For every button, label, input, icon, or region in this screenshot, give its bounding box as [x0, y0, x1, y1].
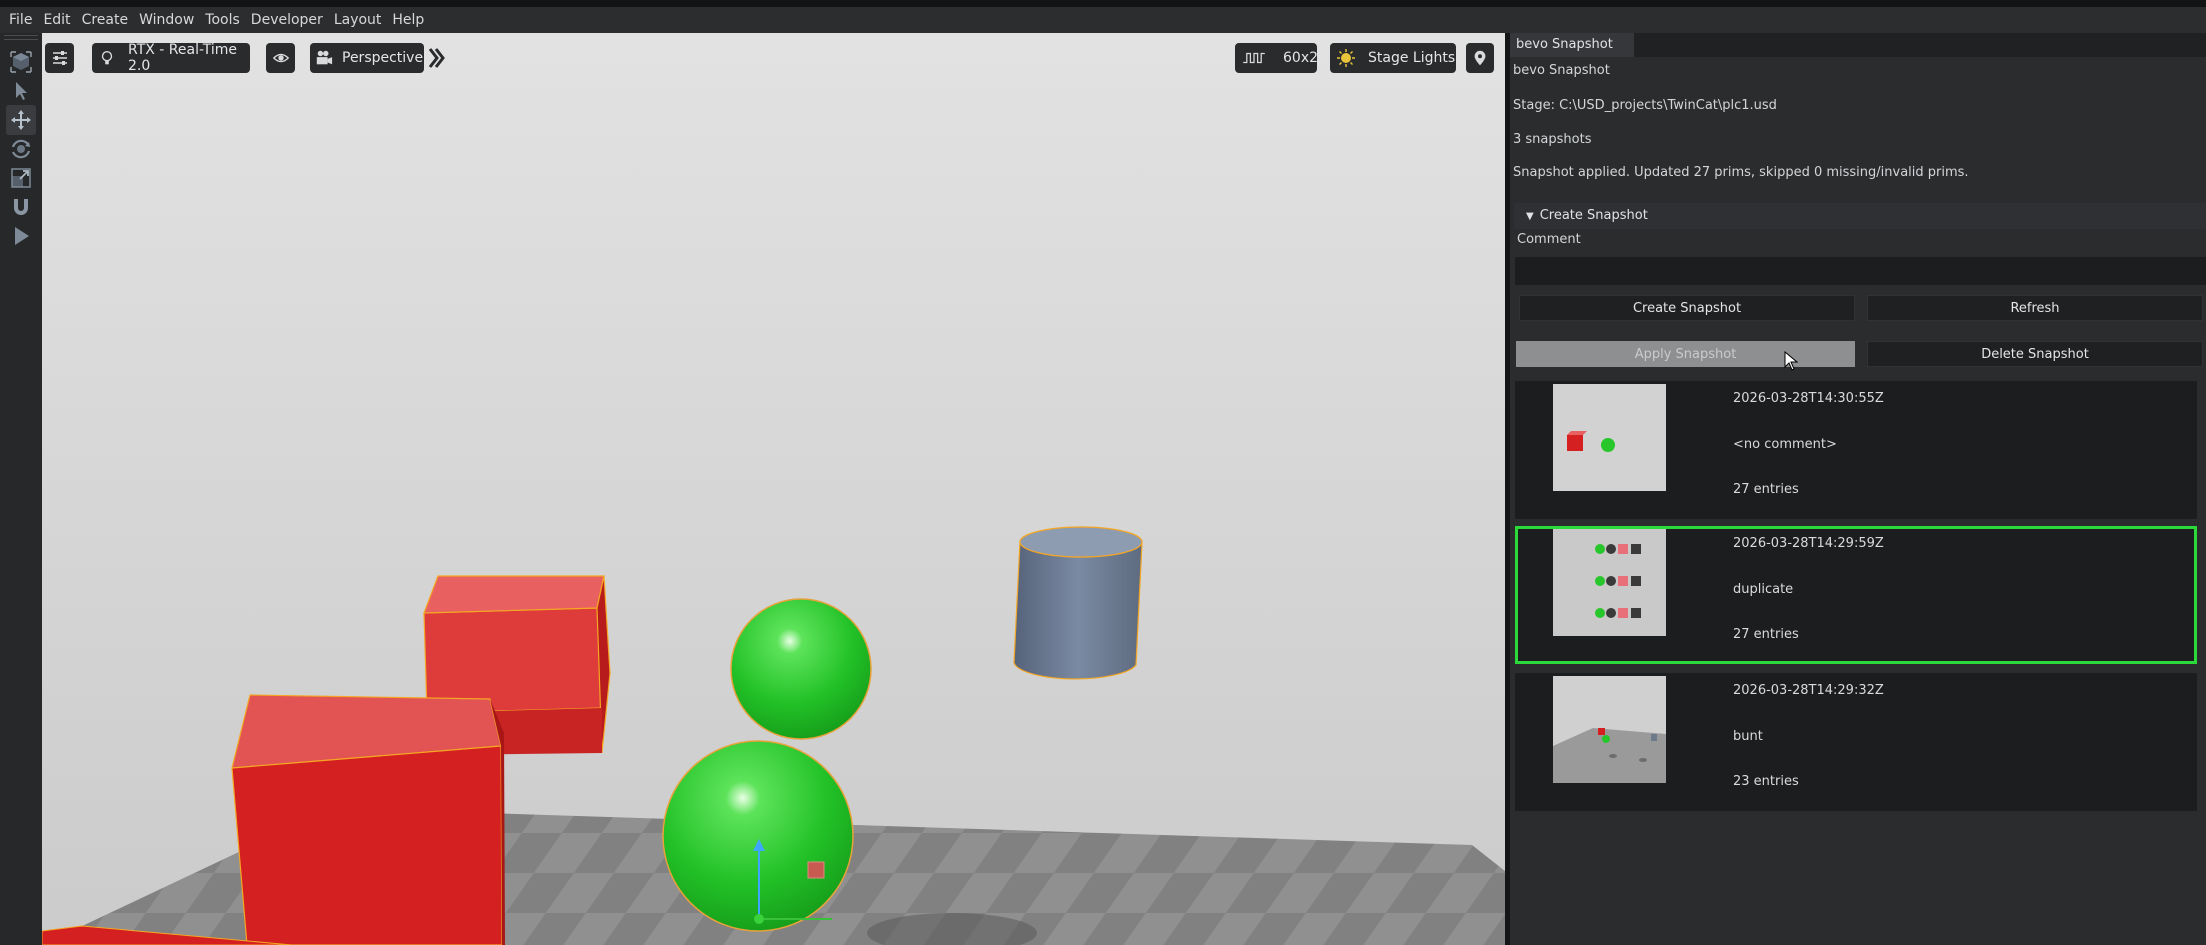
- menu-tools[interactable]: Tools: [200, 7, 246, 33]
- grip-line: [4, 39, 38, 40]
- snapshot-comment: bunt: [1733, 729, 1763, 744]
- lightbulb-icon: [98, 48, 116, 68]
- snapshot-comment: duplicate: [1733, 582, 1794, 597]
- play-icon[interactable]: [6, 221, 36, 251]
- snap-magnet-icon[interactable]: [6, 192, 36, 222]
- camera-selector[interactable]: Perspective: [310, 43, 424, 73]
- fps-indicator[interactable]: 60x2: [1235, 43, 1319, 73]
- snapshot-thumbnail: [1553, 384, 1666, 491]
- snapshot-list-item-selected[interactable]: 2026-03-28T14:29:59Z duplicate 27 entrie…: [1515, 526, 2197, 664]
- snapshot-entries: 23 entries: [1733, 774, 1799, 789]
- snapshot-list-item[interactable]: 2026-03-28T14:29:32Z bunt 23 entries: [1515, 673, 2197, 811]
- snapshot-entries: 27 entries: [1733, 482, 1799, 497]
- visibility-button[interactable]: [266, 43, 295, 73]
- menu-bar: File Edit Create Window Tools Developer …: [0, 7, 2206, 33]
- renderer-label: RTX - Real-Time 2.0: [128, 42, 238, 74]
- scale-icon[interactable]: [6, 163, 36, 193]
- menu-edit[interactable]: Edit: [38, 7, 76, 33]
- eye-icon: [271, 48, 291, 68]
- green-sphere-top[interactable]: [730, 598, 872, 740]
- comment-label: Comment: [1517, 232, 1581, 247]
- move-icon[interactable]: [6, 105, 36, 135]
- viewport-3d[interactable]: RTX - Real-Time 2.0 Perspective 60x2 Sta…: [42, 33, 1505, 945]
- panel-heading: bevo Snapshot: [1513, 63, 1610, 78]
- snapshot-timestamp: 2026-03-28T14:29:59Z: [1733, 536, 1884, 551]
- map-pin-icon: [1470, 48, 1490, 68]
- menu-create[interactable]: Create: [77, 7, 135, 33]
- fps-label: 60x2: [1283, 50, 1319, 66]
- waveform-icon: [1241, 48, 1267, 68]
- comment-input[interactable]: [1515, 257, 2206, 285]
- camera-label: Perspective: [342, 50, 424, 66]
- snapshot-thumbnail: [1553, 529, 1666, 636]
- scene-render[interactable]: [42, 33, 1505, 945]
- menu-help[interactable]: Help: [387, 7, 430, 33]
- cube-select-icon[interactable]: [6, 47, 36, 77]
- location-button[interactable]: [1466, 43, 1494, 73]
- create-section-title: Create Snapshot: [1539, 208, 1648, 223]
- menu-file[interactable]: File: [4, 7, 38, 33]
- stage-lights-selector[interactable]: Stage Lights: [1330, 43, 1456, 73]
- snapshot-timestamp: 2026-03-28T14:29:32Z: [1733, 683, 1884, 698]
- expand-toolbar-icon[interactable]: [428, 47, 446, 69]
- stage-path: Stage: C:\USD_projects\TwinCat\plc1.usd: [1513, 98, 1777, 113]
- camera-icon: [314, 48, 334, 68]
- tab-bevo-snapshot[interactable]: bevo Snapshot: [1510, 33, 1634, 57]
- panel-tab-bar: bevo Snapshot: [1510, 33, 2206, 57]
- create-snapshot-section-header[interactable]: ▼ Create Snapshot: [1514, 203, 2206, 229]
- snapshot-timestamp: 2026-03-28T14:30:55Z: [1733, 391, 1884, 406]
- menu-window[interactable]: Window: [134, 7, 200, 33]
- gray-cylinder[interactable]: [1013, 526, 1143, 680]
- create-snapshot-button[interactable]: Create Snapshot: [1519, 295, 1855, 321]
- refresh-button[interactable]: Refresh: [1867, 295, 2203, 321]
- sun-icon: [1336, 48, 1356, 68]
- rotate-icon[interactable]: [6, 134, 36, 164]
- apply-snapshot-button[interactable]: Apply Snapshot: [1516, 341, 1855, 367]
- menu-developer[interactable]: Developer: [246, 7, 329, 33]
- snapshot-thumbnail: [1553, 676, 1666, 783]
- menu-layout[interactable]: Layout: [329, 7, 388, 33]
- mouse-cursor-icon: [1784, 350, 1799, 371]
- snapshot-entries: 27 entries: [1733, 627, 1799, 642]
- grip-line: [4, 35, 38, 36]
- viewport-settings-button[interactable]: [45, 43, 74, 73]
- red-cube-front[interactable]: [231, 694, 505, 945]
- pointer-icon[interactable]: [6, 76, 36, 106]
- sliders-icon: [50, 48, 70, 68]
- snapshot-list-item[interactable]: 2026-03-28T14:30:55Z <no comment> 27 ent…: [1515, 381, 2197, 519]
- delete-snapshot-button[interactable]: Delete Snapshot: [1867, 341, 2203, 367]
- stage-lights-label: Stage Lights: [1368, 50, 1456, 66]
- status-message: Snapshot applied. Updated 27 prims, skip…: [1513, 165, 1969, 180]
- triangle-down-icon: ▼: [1526, 211, 1534, 222]
- snapshot-count: 3 snapshots: [1513, 132, 1592, 147]
- snapshot-panel: bevo Snapshot bevo Snapshot Stage: C:\US…: [1510, 33, 2206, 945]
- snapshot-comment: <no comment>: [1733, 437, 1837, 452]
- tool-strip: [0, 33, 42, 945]
- title-strip: [0, 0, 2206, 7]
- renderer-selector[interactable]: RTX - Real-Time 2.0: [92, 42, 250, 74]
